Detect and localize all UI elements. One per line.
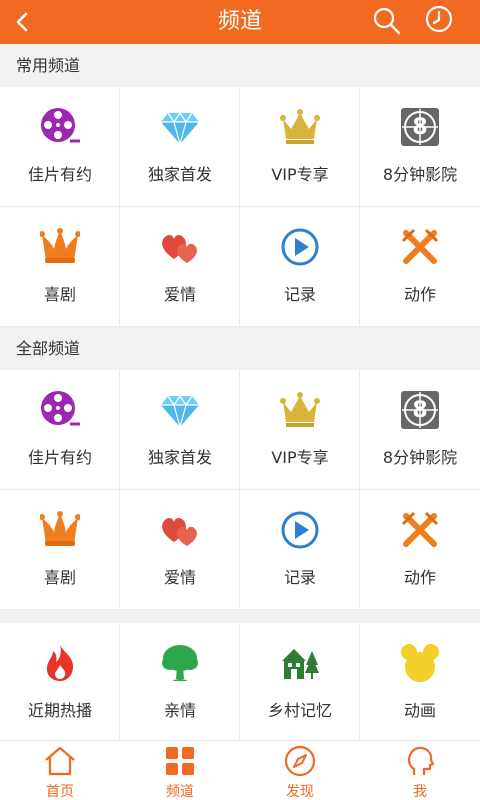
app-header: 频道: [0, 0, 480, 44]
tab-channel[interactable]: 频道: [120, 741, 240, 800]
crossed-swords-icon: [401, 511, 439, 547]
grid-icon: [166, 747, 194, 775]
section-header-all: 全部频道: [0, 327, 480, 370]
tab-me[interactable]: 我: [360, 741, 480, 800]
channel-item-vip[interactable]: VIP专享: [240, 370, 360, 490]
section-title: 全部频道: [16, 339, 81, 358]
channel-item-comedy[interactable]: 喜剧: [0, 490, 120, 610]
hearts-icon: [162, 518, 197, 546]
svg-text:8: 8: [412, 398, 427, 423]
channel-label: 佳片有约: [27, 165, 92, 184]
channel-label: 独家首发: [147, 165, 212, 184]
all-channel-grid: 佳片有约 独家首发 VIP专享 8 8分钟影院 喜剧 爱情 记录 动作: [0, 370, 480, 610]
film-reel-icon: [41, 391, 80, 426]
tab-discover[interactable]: 发现: [240, 741, 360, 800]
channel-label: 喜剧: [43, 285, 76, 304]
channel-item-documentary[interactable]: 记录: [240, 207, 360, 327]
countdown-8-icon: 8: [401, 108, 439, 146]
channel-item-exclusive[interactable]: 独家首发: [120, 370, 240, 490]
channel-item-comedy[interactable]: 喜剧: [0, 207, 120, 327]
channel-item-family[interactable]: 亲情: [120, 623, 240, 740]
diamond-icon: [161, 111, 199, 147]
hearts-icon: [162, 235, 197, 263]
tab-label: 首页: [46, 784, 74, 800]
channel-item-film[interactable]: 佳片有约: [0, 87, 120, 207]
tab-label: 发现: [286, 784, 314, 800]
flame-icon: [46, 645, 74, 681]
channel-label: 记录: [283, 568, 316, 587]
common-channel-grid: 佳片有约 独家首发 VIP专享 8 8分钟影院 喜剧 爱情 记录 动作: [0, 87, 480, 327]
history-clock-icon[interactable]: [422, 2, 456, 36]
tab-home[interactable]: 首页: [0, 741, 120, 800]
profile-head-icon: [407, 746, 435, 775]
channel-item-documentary[interactable]: 记录: [240, 490, 360, 610]
channel-label: 动作: [403, 568, 436, 587]
tab-label: 我: [413, 784, 427, 800]
channel-label: 动作: [403, 285, 436, 304]
channel-label: 爱情: [163, 285, 196, 304]
channel-label: 记录: [283, 285, 316, 304]
channel-label: 8分钟影院: [382, 165, 458, 184]
crossed-swords-icon: [401, 228, 439, 264]
cartoon-head-icon: [401, 644, 439, 682]
channel-label: VIP专享: [271, 165, 329, 184]
channel-item-8min[interactable]: 8 8分钟影院: [360, 87, 480, 207]
channel-label: 喜剧: [43, 568, 76, 587]
countdown-8-icon: 8: [401, 391, 439, 429]
home-icon: [45, 746, 75, 776]
jester-hat-icon: [40, 511, 80, 546]
film-reel-icon: [41, 108, 80, 143]
crown-icon: [280, 392, 320, 427]
channel-item-action[interactable]: 动作: [360, 207, 480, 327]
village-house-icon: [282, 649, 319, 679]
bottom-tab-bar: 首页 频道 发现 我: [0, 740, 480, 800]
channel-label: 近期热播: [27, 701, 92, 720]
svg-text:8: 8: [412, 115, 427, 140]
channel-item-8min[interactable]: 8 8分钟影院: [360, 370, 480, 490]
section-title: 常用频道: [16, 56, 81, 75]
channel-label: 独家首发: [147, 448, 212, 467]
channel-label: VIP专享: [271, 448, 329, 467]
channel-item-film[interactable]: 佳片有约: [0, 370, 120, 490]
play-circle-icon: [281, 228, 319, 266]
channel-label: 爱情: [163, 568, 196, 587]
channel-item-romance[interactable]: 爱情: [120, 490, 240, 610]
play-circle-icon: [281, 511, 319, 549]
channel-item-village[interactable]: 乡村记忆: [240, 623, 360, 740]
tree-icon: [162, 645, 198, 681]
tab-label: 频道: [166, 784, 194, 800]
channel-label: 动画: [403, 701, 436, 720]
compass-icon: [284, 745, 316, 777]
channel-label: 8分钟影院: [382, 448, 458, 467]
section-header-common: 常用频道: [0, 44, 480, 87]
channel-label: 乡村记忆: [267, 701, 332, 720]
channel-label: 亲情: [163, 701, 196, 720]
channel-item-trending[interactable]: 近期热播: [0, 623, 120, 740]
channel-label: 佳片有约: [27, 448, 92, 467]
diamond-icon: [161, 394, 199, 430]
channel-item-exclusive[interactable]: 独家首发: [120, 87, 240, 207]
crown-icon: [280, 109, 320, 144]
more-channel-grid: 近期热播 亲情 乡村记忆 动画: [0, 623, 480, 740]
jester-hat-icon: [40, 228, 80, 263]
page-title: 频道: [217, 9, 262, 34]
channel-item-romance[interactable]: 爱情: [120, 207, 240, 327]
channel-item-vip[interactable]: VIP专享: [240, 87, 360, 207]
channel-item-action[interactable]: 动作: [360, 490, 480, 610]
channel-item-animation[interactable]: 动画: [360, 623, 480, 740]
search-icon[interactable]: [370, 4, 404, 38]
